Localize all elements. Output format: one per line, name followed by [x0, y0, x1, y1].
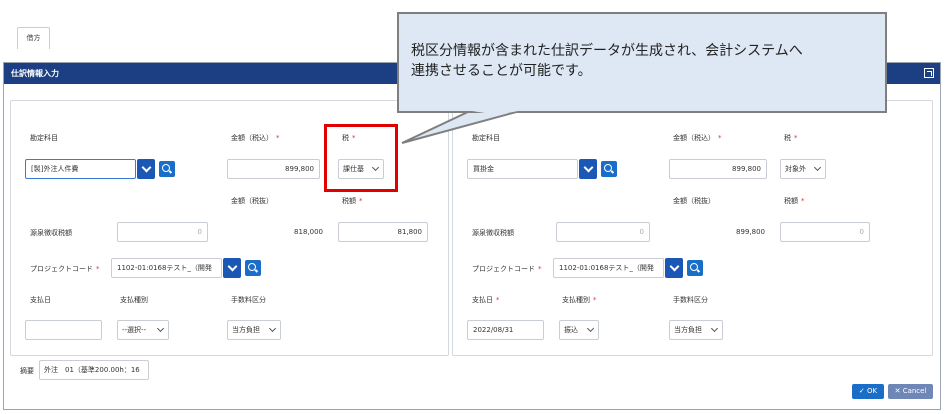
project-field-right[interactable]: 1102-01:0168テスト_（開発: [553, 258, 664, 278]
amount-incl-label-left: 金額（税込） *: [231, 134, 280, 142]
maximize-icon[interactable]: [924, 68, 934, 78]
project-label-left: プロジェクトコード *: [30, 265, 100, 273]
amount-excl-label-right: 金額（税抜）: [673, 197, 715, 205]
amount-excl-value-right: 899,800: [736, 228, 765, 236]
withholding-input-left[interactable]: 0: [117, 222, 208, 242]
account-search-right-icon[interactable]: [601, 161, 617, 177]
project-label-right: プロジェクトコード *: [472, 265, 542, 273]
tax-label-right: 税 *: [784, 134, 798, 142]
project-dropdown-left-button[interactable]: [223, 258, 241, 278]
close-icon: ✕: [894, 387, 903, 395]
project-search-right-icon[interactable]: [687, 260, 703, 276]
project-search-left-icon[interactable]: [245, 260, 261, 276]
project-dropdown-right-button[interactable]: [665, 258, 683, 278]
amount-incl-label-right: 金額（税込） *: [673, 134, 722, 142]
fee-select-right[interactable]: 当方負担: [669, 320, 723, 340]
amount-incl-input-left[interactable]: 899,800: [227, 159, 320, 179]
account-dropdown-left-button[interactable]: [137, 159, 155, 179]
fee-label-left: 手数料区分: [231, 296, 266, 304]
callout-line-1: 税区分情報が含まれた仕訳データが生成され、会計システムへ: [411, 43, 803, 59]
paytype-select-left[interactable]: --選択--: [117, 320, 169, 340]
paytype-label-right: 支払種別 *: [562, 296, 597, 304]
paydate-label-left: 支払日: [30, 296, 51, 304]
tax-amount-input-right[interactable]: 0: [780, 222, 870, 242]
tax-amount-label-right: 税額 *: [784, 197, 805, 205]
tax-amount-label-left: 税額 *: [342, 197, 363, 205]
dialog-title: 仕訳情報入力: [11, 69, 59, 78]
account-search-left-icon[interactable]: [159, 161, 175, 177]
account-label-right: 勘定科目: [472, 134, 500, 142]
withholding-input-right[interactable]: 0: [556, 222, 650, 242]
summary-label: 摘要: [20, 367, 34, 375]
tax-amount-input-left[interactable]: 81,800: [338, 222, 428, 242]
cancel-button[interactable]: ✕ Cancel: [888, 384, 933, 399]
paydate-input-left[interactable]: [25, 320, 102, 340]
tax-select-right[interactable]: 対象外: [780, 159, 826, 179]
project-field-left[interactable]: 1102-01:0168テスト_（開発: [111, 258, 222, 278]
account-dropdown-right-button[interactable]: [579, 159, 597, 179]
paydate-input-right[interactable]: 2022/08/31: [467, 320, 544, 340]
fee-select-left[interactable]: 当方負担: [227, 320, 281, 340]
withholding-label-right: 源泉徴収税額: [472, 229, 514, 237]
check-icon: ✓: [858, 387, 867, 395]
fee-label-right: 手数料区分: [673, 296, 708, 304]
account-field-left[interactable]: [製]外注人件費: [25, 159, 136, 179]
amount-excl-label-left: 金額（税抜）: [231, 197, 273, 205]
paytype-select-right[interactable]: 振込: [559, 320, 599, 340]
amount-incl-input-right[interactable]: 899,800: [669, 159, 767, 179]
tab-debit[interactable]: 借方: [17, 27, 50, 49]
account-field-right[interactable]: 買掛金: [467, 159, 578, 179]
account-label-left: 勘定科目: [30, 134, 58, 142]
callout-box: 税区分情報が含まれた仕訳データが生成され、会計システムへ 連携させることが可能で…: [397, 12, 887, 113]
callout-line-2: 連携させることが可能です。: [411, 63, 592, 79]
withholding-label-left: 源泉徴収税額: [30, 229, 72, 237]
ok-button[interactable]: ✓ OK: [852, 384, 884, 399]
paydate-label-right: 支払日 *: [472, 296, 500, 304]
summary-input[interactable]: 外注 01（基準200.00h：16: [39, 360, 149, 380]
amount-excl-value-left: 818,000: [294, 228, 323, 236]
paytype-label-left: 支払種別: [120, 296, 148, 304]
tax-highlight-box: [324, 124, 398, 192]
